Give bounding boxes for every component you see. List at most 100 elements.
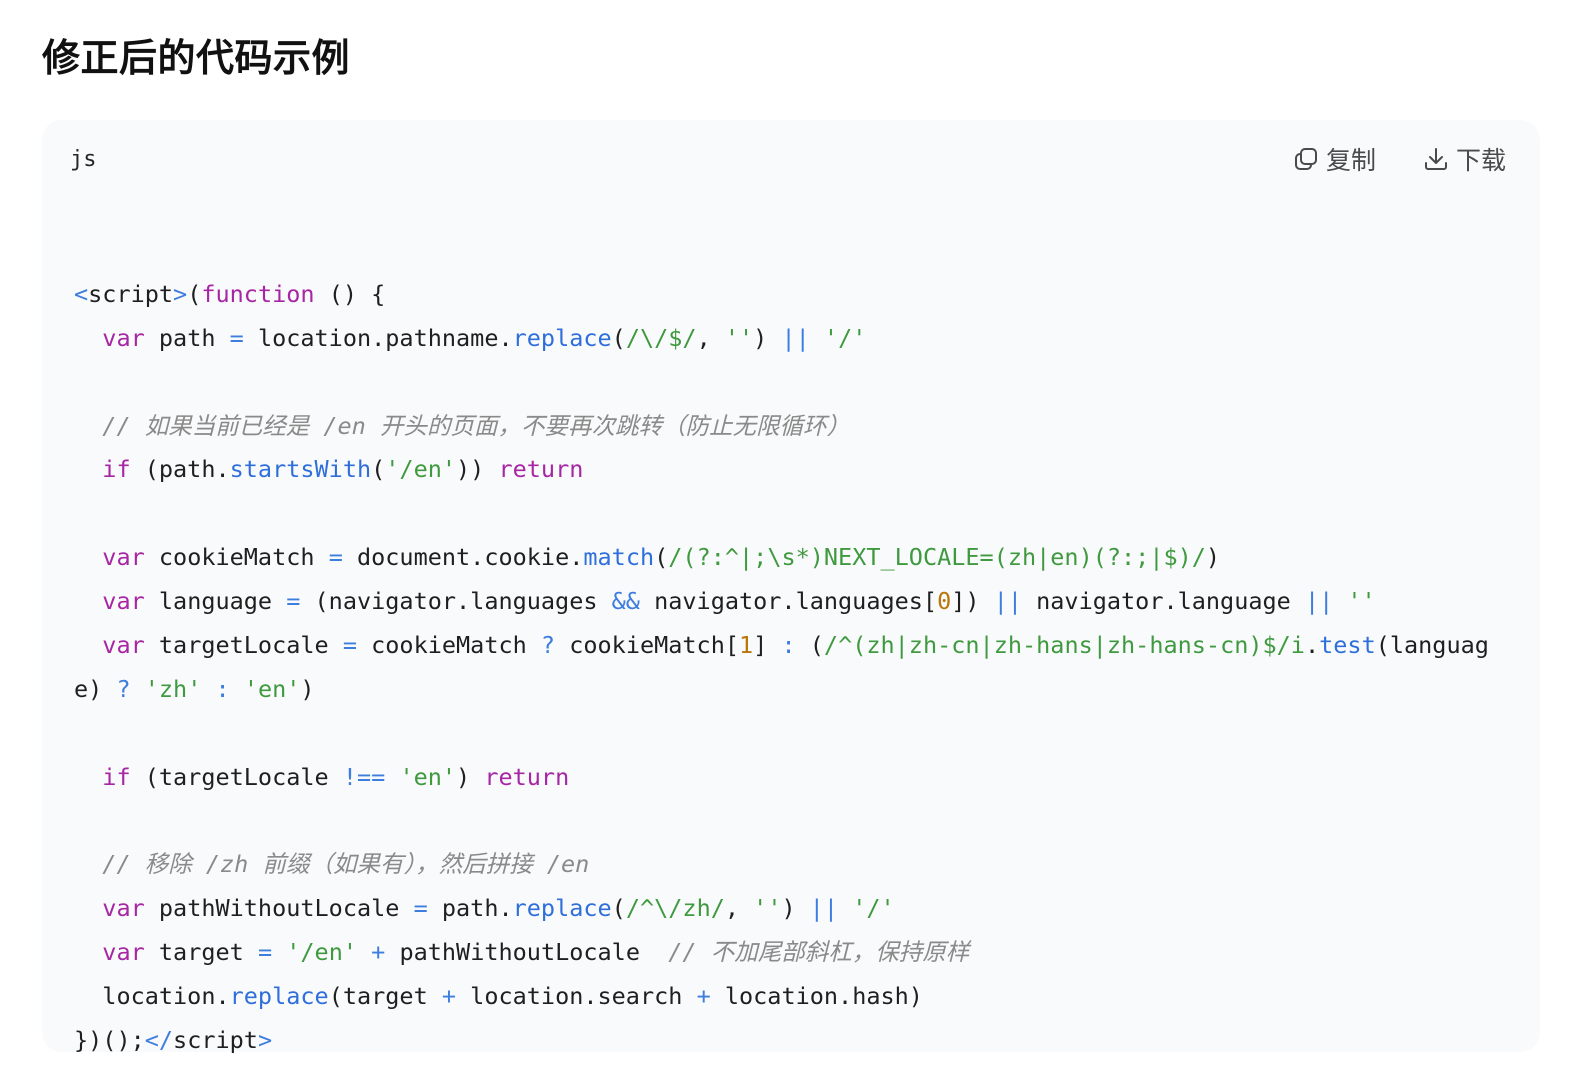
code-token: if <box>102 455 131 484</box>
code-token: ) <box>300 674 315 703</box>
code-token: , <box>724 894 754 923</box>
code-token: ? <box>116 674 131 703</box>
code-token: , <box>696 323 725 352</box>
download-icon <box>1422 145 1450 173</box>
code-language-label: js <box>70 147 97 172</box>
code-token: (path. <box>130 455 230 484</box>
code-line: if (targetLocale !== 'en') return <box>74 756 1514 800</box>
code-token: var <box>102 587 145 616</box>
code-token: '' <box>753 894 782 923</box>
code-token: '' <box>1347 587 1376 616</box>
code-token: > <box>173 279 188 308</box>
download-button[interactable]: 下载 <box>1422 142 1506 176</box>
code-token: ( <box>371 455 386 484</box>
code-token: ] <box>753 631 782 660</box>
code-token: var <box>102 894 145 923</box>
code-token: && <box>611 587 640 616</box>
code-token: document.cookie. <box>342 543 584 572</box>
code-token: ( <box>187 279 202 308</box>
code-token: || <box>809 894 839 923</box>
code-token: // 不加尾部斜杠，保持原样 <box>668 938 970 967</box>
code-content: <script>(function () { var path = locati… <box>74 229 1514 1063</box>
code-token: || <box>1304 587 1334 616</box>
download-button-label: 下载 <box>1456 146 1507 175</box>
code-token: !== <box>342 762 386 791</box>
code-token: var <box>102 543 145 572</box>
code-token: 'en' <box>399 762 457 791</box>
code-token: () { <box>314 279 386 308</box>
code-token: = <box>286 587 301 616</box>
code-token: + <box>696 982 711 1011</box>
code-token: script <box>173 1026 258 1055</box>
code-line: var target = '/en' + pathWithoutLocale /… <box>74 931 1514 975</box>
code-token: (target <box>328 982 442 1011</box>
code-token: : <box>215 674 230 703</box>
copy-button-label: 复制 <box>1326 146 1377 175</box>
code-token: /^(zh|zh-cn|zh-hans|zh-hans-cn)$/i <box>823 631 1305 660</box>
code-token: : <box>781 631 796 660</box>
code-token: return <box>498 455 584 484</box>
code-line: // 如果当前已经是 /en 开头的页面，不要再次跳转（防止无限循环） <box>74 405 1514 449</box>
code-token: cookieMatch <box>356 631 541 660</box>
code-line: var path = location.pathname.replace(/\/… <box>74 317 1514 361</box>
copy-icon <box>1292 145 1320 173</box>
code-token: // 移除 /zh 前缀（如果有），然后拼接 /en <box>102 850 590 879</box>
code-token: navigator.languages[ <box>639 587 938 616</box>
code-token: ? <box>540 631 556 660</box>
code-token: || <box>993 587 1022 616</box>
code-token: function <box>201 279 315 308</box>
code-token: target <box>144 938 258 967</box>
code-token: = <box>342 631 357 660</box>
code-token: </ <box>144 1026 174 1055</box>
code-token: script <box>88 279 174 308</box>
code-token: 'en' <box>243 674 301 703</box>
code-token: location. <box>74 982 230 1011</box>
code-token: navigator.language <box>1021 587 1305 616</box>
code-token: 1 <box>739 631 754 660</box>
code-token: ( <box>654 543 669 572</box>
code-line: <script>(function () { <box>74 273 1514 317</box>
code-token: replace <box>512 323 612 352</box>
code-token: > <box>257 1026 273 1055</box>
code-token: '/en' <box>385 455 457 484</box>
code-token: var <box>102 323 145 352</box>
code-token: ) <box>1205 543 1221 572</box>
code-token: cookieMatch[ <box>555 631 740 660</box>
code-token: /(?:^|;\s*)NEXT_LOCALE=(zh|en)(?:;|$)/ <box>668 543 1206 572</box>
code-token: startsWith <box>229 455 372 484</box>
code-line: var pathWithoutLocale = path.replace(/^\… <box>74 887 1514 931</box>
code-token: = <box>257 938 273 967</box>
code-token: pathWithoutLocale <box>385 938 669 967</box>
code-token: pathWithoutLocale <box>144 894 414 923</box>
code-token: replace <box>229 982 329 1011</box>
code-token: 0 <box>937 587 952 616</box>
code-token: language <box>144 587 287 616</box>
code-line: // 移除 /zh 前缀（如果有），然后拼接 /en <box>74 843 1514 887</box>
code-token: /^\/zh/ <box>625 894 725 923</box>
code-token: < <box>74 279 89 308</box>
code-token: + <box>371 938 386 967</box>
code-token: location.search <box>456 982 697 1011</box>
code-token: return <box>484 762 570 791</box>
copy-button[interactable]: 复制 <box>1292 142 1376 176</box>
code-token: (navigator.languages <box>300 587 612 616</box>
code-token: 'zh' <box>144 674 202 703</box>
